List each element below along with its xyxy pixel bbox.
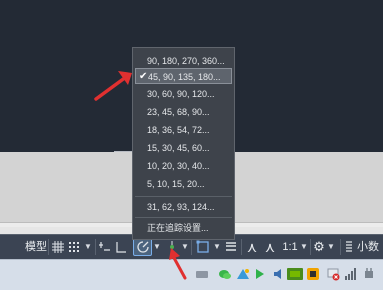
menu-item-5[interactable]: 5, 10, 15, 20... (147, 176, 205, 192)
menu-item-18[interactable]: 18, 36, 54, 72... (147, 122, 210, 138)
action-center-icon[interactable] (326, 267, 340, 281)
divider (241, 239, 242, 255)
menu-item-45-selected[interactable]: ✔ 45, 90, 135, 180... (135, 68, 232, 84)
annotation-visibility-icon[interactable]: ⋏ (244, 238, 260, 256)
snap-dropdown-chevron-icon[interactable]: ▼ (84, 238, 92, 256)
object-snap-icon[interactable] (195, 238, 211, 256)
divider (48, 239, 49, 255)
units-icon[interactable] (344, 238, 354, 256)
dynamic-icon[interactable] (236, 267, 250, 281)
lineweight-icon[interactable] (224, 238, 238, 256)
polar-tracking-button[interactable] (133, 238, 152, 256)
menu-item-30[interactable]: 30, 60, 90, 120... (147, 86, 215, 102)
model-button[interactable]: 模型 (24, 238, 48, 256)
workspace-dropdown-chevron-icon[interactable]: ▼ (327, 238, 335, 256)
red-pointer-arrow-icon (169, 248, 187, 280)
grid-icon[interactable] (50, 238, 66, 256)
ortho-icon[interactable] (114, 238, 128, 256)
annotation-scale-button[interactable]: 1:1 (281, 238, 299, 256)
menu-item-23[interactable]: 23, 45, 68, 90... (147, 104, 210, 120)
workspace-gear-icon[interactable]: ⚙ (312, 238, 326, 256)
menu-separator (135, 217, 232, 218)
menu-item-90[interactable]: 90, 180, 270, 360... (147, 53, 225, 69)
keyboard-icon[interactable] (195, 267, 209, 281)
divider (340, 239, 341, 255)
network-signal-icon[interactable] (344, 267, 358, 281)
polar-tracking-menu: 90, 180, 270, 360... ✔ 45, 90, 135, 180.… (132, 47, 235, 240)
menu-item-label: 45, 90, 135, 180... (148, 72, 221, 82)
tracking-settings-item[interactable]: 正在追踪设置... (147, 220, 209, 236)
app-icon[interactable] (306, 267, 320, 281)
checkmark-icon: ✔ (139, 71, 148, 82)
polar-dropdown-chevron-icon[interactable]: ▼ (153, 238, 161, 256)
volume-icon[interactable] (272, 267, 286, 281)
scale-dropdown-chevron-icon[interactable]: ▼ (300, 238, 308, 256)
auto-scale-icon[interactable]: ⋏ (262, 238, 278, 256)
object-snap-dropdown-chevron-icon[interactable]: ▼ (213, 238, 221, 256)
divider (310, 239, 311, 255)
infer-constraints-icon[interactable] (98, 238, 112, 256)
units-label[interactable]: 小数 (357, 238, 383, 256)
power-icon[interactable] (362, 267, 376, 281)
wechat-icon[interactable] (218, 267, 232, 281)
menu-item-31[interactable]: 31, 62, 93, 124... (147, 199, 215, 215)
divider (95, 239, 96, 255)
red-pointer-arrow-icon (94, 71, 132, 101)
menu-item-10[interactable]: 10, 20, 30, 40... (147, 158, 210, 174)
menu-item-15[interactable]: 15, 30, 45, 60... (147, 140, 210, 156)
green-shield-icon[interactable] (253, 267, 267, 281)
menu-separator (135, 196, 232, 197)
snap-icon[interactable] (66, 238, 82, 256)
nvidia-icon[interactable] (287, 267, 303, 281)
divider (191, 239, 192, 255)
